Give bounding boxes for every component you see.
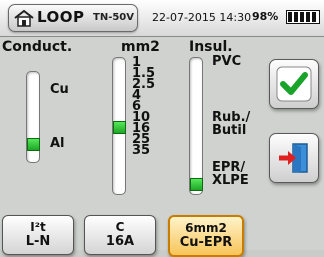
home-button[interactable]: LOOP TN-50V (8, 4, 138, 32)
insulation-selected-indicator (190, 178, 203, 191)
insulation-option-butil: Butil (212, 123, 247, 138)
tab-protection[interactable]: C 16A (84, 215, 156, 255)
conductor-title: Conduct. (2, 39, 73, 55)
conductor-option-cu[interactable]: Cu (50, 83, 69, 96)
home-icon (14, 9, 34, 27)
parameter-panel: Conduct. mm2 Insul. Cu Al 1 1.5 2.5 4 6 … (0, 37, 324, 257)
tab-cable-line2: Cu-EPR (179, 235, 233, 250)
system-type: TN-50V (93, 12, 134, 23)
section-option[interactable]: 35 (132, 144, 155, 157)
conductor-selected-indicator (27, 138, 40, 151)
status-bar: LOOP TN-50V 22-07-2015 14:30 98% (0, 0, 324, 37)
section-options: 1 1.5 2.5 4 6 10 16 25 35 (132, 56, 155, 157)
tab-cable[interactable]: 6mm2 Cu-EPR (168, 215, 244, 257)
confirm-button[interactable] (269, 59, 319, 109)
battery-percent: 98% (252, 10, 279, 23)
insulation-title: Insul. (189, 39, 233, 55)
insulation-option-xlpe: XLPE (212, 173, 249, 188)
section-selected-indicator (113, 121, 126, 134)
battery-icon (286, 10, 320, 24)
checkmark-icon (276, 66, 312, 102)
tab-protection-line1: C (115, 220, 125, 234)
date-time: 22-07-2015 14:30 (152, 11, 252, 24)
exit-door-icon (279, 143, 308, 173)
tab-protection-line2: 16A (105, 234, 135, 249)
function-title: LOOP (37, 8, 85, 26)
tab-i2t-line2: L-N (25, 234, 51, 249)
section-title: mm2 (121, 39, 160, 55)
tab-i2t[interactable]: I²t L-N (2, 215, 74, 255)
tab-i2t-line1: I²t (30, 220, 46, 234)
insulation-option-pvc[interactable]: PVC (212, 55, 241, 68)
insulation-selector[interactable] (189, 57, 203, 195)
exit-button[interactable] (269, 133, 319, 183)
conductor-option-al[interactable]: Al (50, 137, 65, 150)
tab-cable-line1: 6mm2 (185, 221, 227, 235)
